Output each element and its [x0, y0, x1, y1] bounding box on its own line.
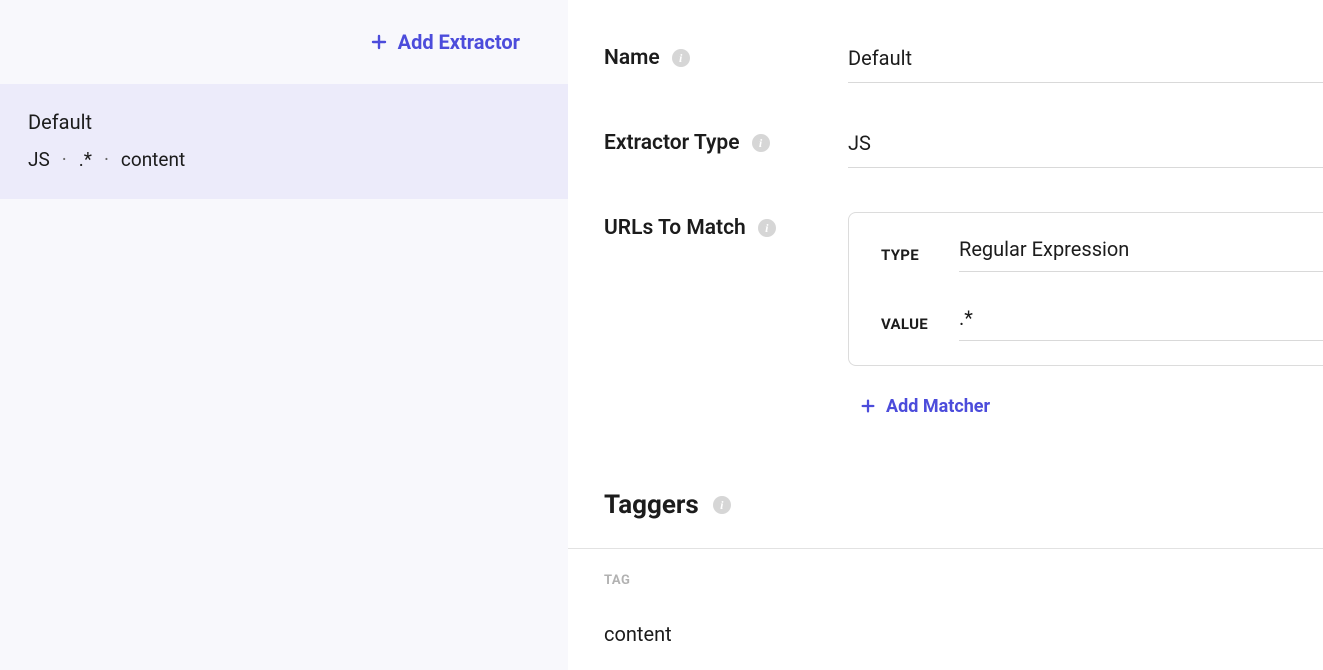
- urls-label: URLs To Match: [604, 216, 746, 240]
- add-matcher-label: Add Matcher: [886, 396, 990, 417]
- sidebar-header: Add Extractor: [0, 0, 568, 84]
- urls-label-cell: URLs To Match i: [604, 212, 848, 240]
- extractor-type-label: Extractor Type: [604, 131, 740, 155]
- extractor-list-item[interactable]: Default JS · .* · content: [0, 84, 568, 199]
- name-label-cell: Name i: [604, 42, 848, 70]
- matcher-type-label: TYPE: [881, 246, 959, 264]
- separator-dot: ·: [62, 148, 67, 171]
- name-row: Name i Default: [604, 42, 1323, 83]
- add-matcher-row: Add Matcher: [848, 396, 1323, 420]
- matcher-type-row: TYPE Regular Expression: [881, 237, 1323, 272]
- matcher-type-select[interactable]: Regular Expression: [959, 237, 1323, 272]
- extractor-form: Name i Default Extractor Type i JS: [568, 0, 1323, 420]
- name-input[interactable]: Default: [848, 42, 1323, 83]
- add-matcher-button[interactable]: Add Matcher: [860, 396, 990, 417]
- info-icon[interactable]: i: [758, 219, 776, 237]
- matcher-value-label: VALUE: [881, 315, 959, 333]
- info-icon[interactable]: i: [752, 134, 770, 152]
- plus-icon: [860, 398, 878, 416]
- matcher-value-row: VALUE .*: [881, 306, 1323, 341]
- extractor-item-tag: content: [121, 148, 185, 171]
- extractor-type-field-cell: JS: [848, 127, 1323, 168]
- tagger-row[interactable]: content: [604, 622, 1323, 646]
- extractor-type-row: Extractor Type i JS: [604, 127, 1323, 168]
- extractor-item-title: Default: [28, 110, 540, 134]
- taggers-column-header: TAG: [604, 573, 1323, 588]
- info-icon[interactable]: i: [672, 49, 690, 67]
- extractor-type-label-cell: Extractor Type i: [604, 127, 848, 155]
- taggers-body: TAG content: [568, 549, 1323, 646]
- matcher-box: TYPE Regular Expression VALUE .*: [848, 212, 1323, 366]
- app-root: Add Extractor Default JS · .* · content …: [0, 0, 1323, 670]
- taggers-header: Taggers i: [568, 490, 1323, 549]
- info-icon[interactable]: i: [713, 496, 731, 514]
- taggers-heading: Taggers: [604, 490, 699, 520]
- extractor-sidebar: Add Extractor Default JS · .* · content: [0, 0, 568, 670]
- extractor-item-type: JS: [28, 148, 50, 171]
- name-field-cell: Default: [848, 42, 1323, 83]
- extractor-detail-pane: Name i Default Extractor Type i JS: [568, 0, 1323, 670]
- separator-dot: ·: [104, 148, 109, 171]
- name-label: Name: [604, 46, 660, 70]
- extractor-type-select[interactable]: JS: [848, 127, 1323, 168]
- urls-row: URLs To Match i TYPE Regular Expression …: [604, 212, 1323, 420]
- matcher-value-input[interactable]: .*: [959, 306, 1323, 341]
- extractor-item-subtitle: JS · .* · content: [28, 148, 540, 171]
- urls-field-cell: TYPE Regular Expression VALUE .*: [848, 212, 1323, 420]
- plus-icon: [370, 33, 388, 51]
- extractor-item-pattern: .*: [79, 148, 92, 171]
- add-extractor-label: Add Extractor: [398, 30, 520, 54]
- add-extractor-button[interactable]: Add Extractor: [370, 30, 520, 54]
